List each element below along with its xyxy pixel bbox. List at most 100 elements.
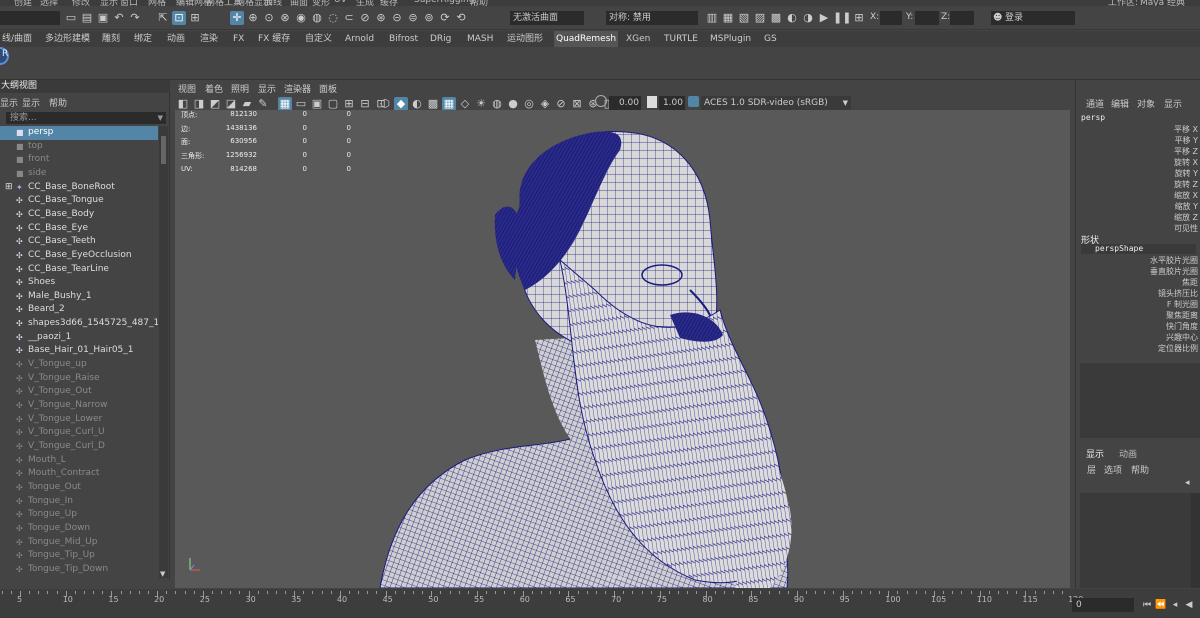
select-hierarchy-icon[interactable]: ⇱: [156, 11, 170, 25]
go-to-start-icon[interactable]: ⏮: [1140, 598, 1154, 612]
outliner-item[interactable]: ✣ __paozi_1: [0, 331, 158, 345]
outliner-scroll-thumb[interactable]: [161, 136, 166, 164]
safe-action-icon[interactable]: ⊟: [358, 97, 372, 111]
exposure-icon[interactable]: [647, 96, 657, 108]
textured-icon[interactable]: ▩: [426, 97, 440, 111]
outliner-item[interactable]: ■ top: [0, 140, 158, 154]
redo-icon[interactable]: ↷: [128, 11, 142, 25]
shelf-tab[interactable]: FX 缓存: [256, 31, 292, 47]
outliner-scrollbar[interactable]: ▼: [159, 126, 168, 578]
current-frame-field[interactable]: 0: [1072, 598, 1134, 612]
snap-edge-icon[interactable]: ⊘: [358, 11, 372, 25]
shelf-tab[interactable]: 多边形建模: [43, 31, 92, 47]
snap-center-icon[interactable]: ⊜: [406, 11, 420, 25]
outliner-item[interactable]: ✣ Tongue_Out: [0, 481, 158, 495]
2d-pan-icon[interactable]: ▰: [240, 97, 254, 111]
grease-pencil-icon[interactable]: ✎: [256, 97, 270, 111]
grid-icon[interactable]: ▦: [278, 97, 292, 111]
snap-view-icon[interactable]: ⊗: [278, 11, 292, 25]
shelf-tab[interactable]: QuadRemesh: [554, 31, 619, 47]
select-object-icon[interactable]: ⊡: [172, 11, 186, 25]
lasso-icon[interactable]: ◌: [326, 11, 340, 25]
expand-icon[interactable]: ⊞: [5, 181, 13, 195]
vp-menu-show[interactable]: 显示: [258, 82, 276, 95]
channel-label[interactable]: 缩放 X: [1174, 190, 1198, 201]
channel-label[interactable]: 缩放 Z: [1174, 212, 1198, 223]
outliner-item[interactable]: ✣ V_Tongue_up: [0, 358, 158, 372]
outliner-item[interactable]: ✣ V_Tongue_Curl_U: [0, 426, 158, 440]
outliner-item[interactable]: ✣ CC_Base_Teeth: [0, 235, 158, 249]
outliner-item[interactable]: ✣ Tongue_Tip_Up: [0, 549, 158, 563]
live-surface-field[interactable]: 无激活曲面: [510, 11, 584, 25]
snap-point-icon[interactable]: ⊙: [262, 11, 276, 25]
wireframe-on-shaded-icon[interactable]: ▦: [442, 97, 456, 111]
channel-label[interactable]: 平移 Z: [1174, 146, 1198, 157]
outliner-item[interactable]: ✣ Shoes: [0, 276, 158, 290]
magnet-icon[interactable]: ⊂: [342, 11, 356, 25]
ambient-occlusion-icon[interactable]: ●: [506, 97, 520, 111]
cb-menu-edit[interactable]: 编辑: [1111, 97, 1129, 110]
outliner-item[interactable]: ✣ shapes3d66_1545725_487_1: [0, 317, 158, 331]
snap-face-icon[interactable]: ⊝: [390, 11, 404, 25]
shape-attr-label[interactable]: 镜头挤压比: [1158, 288, 1198, 299]
outliner-item[interactable]: ✣ V_Tongue_Curl_D: [0, 440, 158, 454]
snap-grid-icon[interactable]: ✛: [230, 11, 244, 25]
scroll-down-icon[interactable]: ▼: [160, 570, 165, 578]
outliner-item[interactable]: ✣ V_Tongue_Lower: [0, 413, 158, 427]
shelf-tab[interactable]: 渲染: [198, 31, 220, 47]
layer-menu-help[interactable]: 帮助: [1131, 463, 1149, 476]
shape-attr-label[interactable]: 定位器比例: [1158, 343, 1198, 354]
depth-of-field-icon[interactable]: ⊘: [554, 97, 568, 111]
shelf-tab[interactable]: MSPlugin: [708, 31, 753, 47]
snap-curve-icon[interactable]: ⊕: [246, 11, 260, 25]
layer-menu-options[interactable]: 选项: [1104, 463, 1122, 476]
isolate-select-icon[interactable]: ⊠: [570, 97, 584, 111]
select-component-icon[interactable]: ⊞: [188, 11, 202, 25]
shelf-tab[interactable]: Arnold: [343, 31, 376, 47]
channel-label[interactable]: 旋转 Y: [1175, 168, 1198, 179]
outliner-item[interactable]: ■ side: [0, 167, 158, 181]
channel-label[interactable]: 旋转 X: [1174, 157, 1198, 168]
select-camera-icon[interactable]: ◧: [176, 97, 190, 111]
shape-attr-label[interactable]: F 制光圈: [1167, 299, 1198, 310]
bookmark-icon[interactable]: ◩: [208, 97, 222, 111]
snap-surface-icon[interactable]: ◉: [294, 11, 308, 25]
play-icon[interactable]: ▶: [817, 11, 831, 25]
shelf-tab[interactable]: 线/曲面: [0, 31, 34, 47]
shelf-tab[interactable]: 动画: [165, 31, 187, 47]
layer-arrow-icon[interactable]: ◂: [1185, 478, 1190, 488]
undo-icon[interactable]: ↶: [112, 11, 126, 25]
shadows-icon[interactable]: ◍: [490, 97, 504, 111]
vp-menu-renderer[interactable]: 渲染器: [284, 82, 311, 95]
outliner-item[interactable]: ✣ CC_Base_Body: [0, 208, 158, 222]
layer-scrollbar[interactable]: [1191, 493, 1200, 588]
outliner-item[interactable]: ✣ CC_Base_TearLine: [0, 263, 158, 277]
main-menu-item[interactable]: UV: [334, 0, 347, 5]
history-icon[interactable]: ▥: [705, 11, 719, 25]
ipr-render-icon[interactable]: ▨: [753, 11, 767, 25]
shape-attr-label[interactable]: 焦距: [1182, 277, 1198, 288]
gamma-field[interactable]: 0.00: [609, 96, 641, 110]
main-menu-item[interactable]: SuperRigging: [414, 0, 474, 5]
antialias-icon[interactable]: ◈: [538, 97, 552, 111]
render-region-icon[interactable]: ▧: [737, 11, 751, 25]
outliner-item[interactable]: ✣ CC_Base_Eye: [0, 222, 158, 236]
outliner-item[interactable]: ✣ Tongue_Up: [0, 508, 158, 522]
outliner-item[interactable]: ✣ Tongue_Down: [0, 522, 158, 536]
login-field[interactable]: ☻ 登录: [991, 11, 1075, 25]
outliner-item[interactable]: ✣ Tongue_Tip_Down: [0, 563, 158, 577]
save-scene-icon[interactable]: ▣: [96, 11, 110, 25]
outliner-menu-help[interactable]: 帮助: [49, 96, 67, 109]
gamma-icon[interactable]: [595, 95, 607, 107]
shape-attr-label[interactable]: 聚焦距离: [1166, 310, 1198, 321]
y-field[interactable]: [915, 11, 939, 25]
use-all-lights-icon[interactable]: ☀: [474, 97, 488, 111]
step-back-key-icon[interactable]: ⏪: [1154, 598, 1168, 612]
outliner-item[interactable]: ✣ CC_Base_Tongue: [0, 194, 158, 208]
outliner-item[interactable]: ✣ CC_Base_EyeOcclusion: [0, 249, 158, 263]
shape-attr-label[interactable]: 兴趣中心: [1166, 332, 1198, 343]
hypershade-icon[interactable]: ◐: [785, 11, 799, 25]
vp-menu-panels[interactable]: 面板: [319, 82, 337, 95]
layer-menu-layers[interactable]: 层: [1087, 463, 1096, 476]
field-chart-icon[interactable]: ⊞: [342, 97, 356, 111]
